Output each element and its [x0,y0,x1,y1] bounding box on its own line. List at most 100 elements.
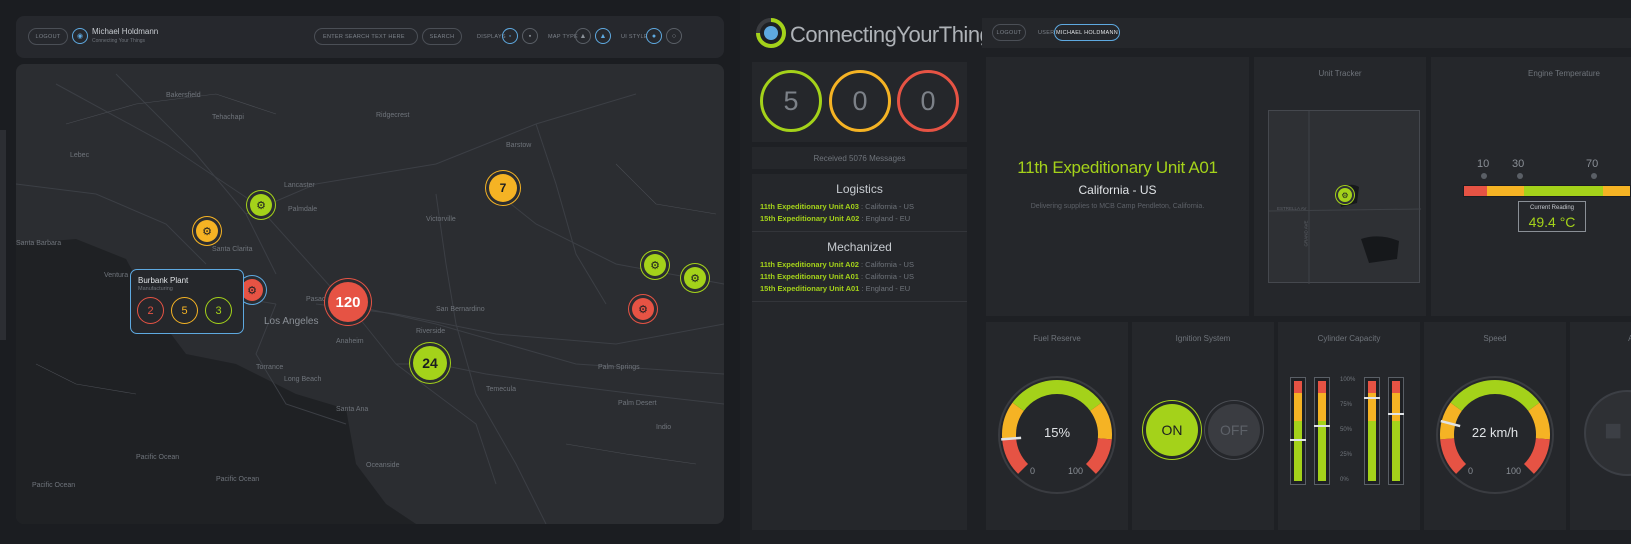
unit-list-item[interactable]: 15th Expeditionary Unit A02 : England - … [760,214,967,223]
tick-dot [1481,173,1487,179]
gear-icon: ⚙ [690,272,700,285]
popup-warning-count: 5 [171,297,198,324]
cylinder-bar [1364,377,1380,485]
display-map-button[interactable]: ▫ [502,28,518,44]
temperature-segment-hot [1603,186,1630,196]
search-button[interactable]: SEARCH [422,28,462,45]
map-app-window: LOGOUT ◉ Michael Holdmann Connecting You… [0,0,740,544]
gauge-segment [1002,437,1029,474]
unit-list-item[interactable]: 11th Expeditionary Unit A03 : California… [760,202,967,211]
city-label: Temecula [486,386,516,393]
city-label: Victorville [426,216,456,223]
scale-label: 100% [1340,377,1356,383]
gear-icon: ⚙ [256,199,266,212]
gear-icon: ⚙ [650,259,660,272]
fuel-min: 0 [1030,466,1036,476]
site-marker-selected[interactable]: ⚙ [241,279,263,301]
gauge-segment [1523,437,1550,474]
unit-list-item[interactable]: 11th Expeditionary Unit A02 : California… [760,260,967,269]
cylinder-band [1294,421,1302,481]
city-label: Tehachapi [212,114,244,121]
user-avatar[interactable]: ◉ [72,28,88,44]
fuel-reserve-panel: Fuel Reserve 15% 0 100 [986,322,1128,530]
cylinder-bar [1388,377,1404,485]
dashboard-header: LOGOUT USER MICHAEL HOLDMANN [982,18,1631,48]
side-scroll-track[interactable] [0,130,6,340]
ignition-on-button[interactable]: ON [1146,404,1198,456]
unit-region: : California - US [861,260,914,269]
site-marker-ok[interactable]: ⚙ [250,194,272,216]
gear-icon: ⚙ [638,303,648,316]
site-popup[interactable]: Burbank Plant Manufacturing 2 5 3 [130,269,244,334]
cylinder-bar [1314,377,1330,485]
gauge-segment [1085,437,1112,474]
city-label: Santa Ana [336,406,369,413]
city-label: Santa Barbara [16,240,62,247]
scale-label: 75% [1340,402,1353,408]
panel-title: Ignition System [1175,334,1231,343]
unit-group: Mechanized 11th Expeditionary Unit A02 :… [752,240,967,302]
user-subtitle: Connecting Your Things [92,38,146,44]
popup-title: Burbank Plant [138,276,189,285]
speed-value: 22 km/h [1471,425,1519,440]
site-marker-alert[interactable]: ⚙ [632,298,654,320]
unit-group: Logistics 11th Expeditionary Unit A03 : … [752,182,967,232]
unit-region: : England - EU [861,214,911,223]
temperature-segment-cool [1487,186,1524,196]
user-value: MICHAEL HOLDMANN [1054,24,1120,41]
logout-button[interactable]: LOGOUT [992,24,1026,41]
access-lock-button[interactable]: ■ [1584,390,1631,476]
city-label: Palm Desert [618,400,657,407]
dark-style-icon: ● [651,32,657,40]
cylinder-level-marker [1290,439,1306,441]
cluster-marker[interactable]: 120 [328,282,368,322]
search-input[interactable]: ENTER SEARCH TEXT HERE [314,28,418,45]
status-ok-count: 5 [760,70,822,132]
cluster-marker[interactable]: 7 [489,174,517,202]
panel-title: Access [1628,334,1631,343]
city-label: Lebec [70,152,90,159]
map-icon: ▫ [508,32,512,40]
logo-text: ConnectingYourThings [790,22,1002,47]
tracked-unit-marker[interactable]: ⚙ [1338,188,1352,202]
display-grid-button[interactable]: ▪ [522,28,538,44]
lock-icon: ■ [1604,414,1623,447]
unit-list-item[interactable]: 11th Expeditionary Unit A01 : California… [760,272,967,281]
panel-title: Unit Tracker [1318,69,1362,78]
logout-button[interactable]: LOGOUT [28,28,68,45]
group-title: Logistics [836,182,883,196]
temperature-tick: 10 [1477,158,1490,170]
site-marker-warning[interactable]: ⚙ [196,220,218,242]
scale-label: 0% [1340,477,1349,483]
unit-list-item[interactable]: 15th Expeditionary Unit A01 : England - … [760,284,967,293]
scale-label: 50% [1340,427,1353,433]
unit-region: California - US [1078,183,1157,197]
ui-style-dark-button[interactable]: ● [646,28,662,44]
road-label: GRAND AVE [1303,220,1309,247]
cylinder-band [1368,421,1376,481]
map-canvas[interactable]: Bakersfield Tehachapi Ridgecrest Lebec L… [16,64,724,524]
engine-temperature-panel: Engine Temperature 10 30 70 Current Read… [1431,57,1631,316]
site-marker-ok[interactable]: ⚙ [644,254,666,276]
cylinder-band [1294,393,1302,421]
unit-region: : California - US [861,272,914,281]
map-type-road-button[interactable]: ▲ [595,28,611,44]
unit-name: 11th Expeditionary Unit A03 [760,202,859,211]
cluster-marker[interactable]: 24 [413,346,447,380]
speed-min: 0 [1468,466,1474,476]
ignition-off-button[interactable]: OFF [1208,404,1260,456]
ui-style-label: UI STYLE [621,34,648,40]
map-type-terrain-button[interactable]: ▲ [575,28,591,44]
tracker-map[interactable]: ESTRELLA AV GRAND AVE ⚙ [1268,110,1421,284]
panel-title: Cylinder Capacity [1317,334,1381,343]
group-title: Mechanized [827,240,892,254]
site-marker-ok[interactable]: ⚙ [684,267,706,289]
road-icon: ▲ [599,32,607,40]
ignition-system-panel: Ignition System ON OFF [1132,322,1274,530]
city-label: San Bernardino [436,306,485,313]
temperature-tick: 30 [1512,158,1525,170]
current-reading-value: 49.4 °C [1528,214,1576,230]
received-messages: Received 5076 Messages [752,147,967,169]
ui-style-light-button[interactable]: ○ [666,28,682,44]
ocean-label: Pacific Ocean [32,482,76,489]
